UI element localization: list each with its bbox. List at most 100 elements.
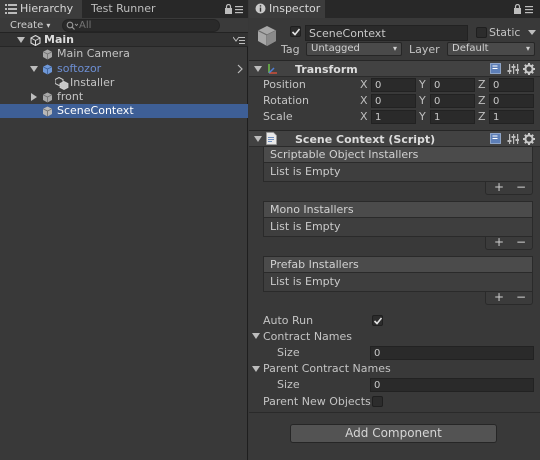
scene-row[interactable]: Main — [0, 33, 248, 47]
scale-y-field[interactable]: 1 — [430, 110, 475, 124]
mono-installers-list: List is Empty — [263, 218, 533, 237]
add-component-button[interactable]: Add Component — [290, 424, 497, 443]
scale-y-value: 1 — [434, 112, 441, 123]
scale-label: Scale — [263, 110, 293, 123]
panel-menu-icon[interactable] — [525, 4, 535, 14]
transform-header[interactable]: Transform — [249, 60, 540, 77]
gear-icon[interactable] — [523, 63, 535, 75]
hierarchy-search-input[interactable] — [79, 19, 209, 32]
list-header-label: Prefab Installers — [270, 258, 359, 271]
cube-stack-icon — [55, 77, 69, 90]
hierarchy-item-scenecontext[interactable]: SceneContext — [0, 104, 248, 118]
static-checkbox[interactable] — [476, 27, 487, 38]
cube-icon — [42, 106, 53, 117]
preset-sliders-icon[interactable] — [507, 63, 519, 75]
chevron-right-icon[interactable] — [237, 64, 243, 74]
auto-run-label: Auto Run — [263, 314, 314, 327]
hierarchy-item-front[interactable]: front — [0, 90, 248, 104]
position-z-value: 0 — [493, 80, 500, 91]
expand-arrow-icon[interactable] — [17, 37, 25, 44]
gear-icon[interactable] — [523, 133, 535, 145]
z-axis-label: Z — [478, 110, 486, 123]
create-label: Create — [10, 20, 44, 31]
list-empty-label: List is Empty — [270, 220, 341, 233]
static-label: Static — [489, 26, 521, 39]
position-z-field[interactable]: 0 — [489, 78, 534, 92]
position-x-field[interactable]: 0 — [371, 78, 416, 92]
expand-arrow-icon[interactable] — [31, 93, 38, 101]
remove-item-button[interactable]: − — [516, 290, 526, 304]
z-axis-label: Z — [478, 94, 486, 107]
help-book-icon[interactable] — [490, 63, 501, 74]
lock-icon[interactable] — [224, 4, 233, 14]
gameobject-cube-icon — [256, 25, 278, 47]
list-add-remove: + − — [485, 235, 533, 250]
prefab-cube-icon — [42, 64, 53, 75]
x-axis-label: X — [360, 110, 368, 123]
remove-item-button[interactable]: − — [516, 180, 526, 194]
y-axis-label: Y — [419, 78, 426, 91]
object-name-value: SceneContext — [309, 27, 386, 40]
contract-names-size-field[interactable]: 0 — [370, 346, 534, 360]
list-empty-label: List is Empty — [270, 275, 341, 288]
add-item-button[interactable]: + — [494, 235, 504, 249]
collapse-arrow-icon[interactable] — [252, 333, 260, 340]
hierarchy-item-label: Installer — [70, 76, 115, 89]
tab-test-runner[interactable]: Test Runner — [82, 0, 172, 18]
hierarchy-tab-bar: Hierarchy Test Runner — [0, 0, 248, 18]
layer-dropdown[interactable]: Default ▾ — [447, 42, 535, 56]
tab-inspector[interactable]: Inspector — [249, 0, 325, 18]
tag-dropdown[interactable]: Untagged ▾ — [306, 42, 402, 56]
preset-sliders-icon[interactable] — [507, 133, 519, 145]
hierarchy-item-softozor[interactable]: softozor — [0, 62, 248, 76]
position-y-field[interactable]: 0 — [430, 78, 475, 92]
scale-z-field[interactable]: 1 — [489, 110, 534, 124]
mono-installers-header[interactable]: Mono Installers — [263, 201, 533, 218]
rotation-x-field[interactable]: 0 — [371, 94, 416, 108]
scene-name: Main — [44, 33, 74, 46]
list-empty-label: List is Empty — [270, 165, 341, 178]
collapse-arrow-icon[interactable] — [252, 366, 260, 373]
tab-test-runner-label: Test Runner — [91, 2, 156, 15]
remove-item-button[interactable]: − — [516, 235, 526, 249]
x-axis-label: X — [360, 78, 368, 91]
collapse-arrow-icon[interactable] — [30, 66, 38, 73]
position-label: Position — [263, 78, 306, 91]
create-button[interactable]: Create ▾ — [10, 18, 50, 33]
hierarchy-item-main-camera[interactable]: Main Camera — [0, 47, 248, 61]
tab-hierarchy[interactable]: Hierarchy — [0, 0, 82, 18]
help-book-icon[interactable] — [490, 133, 501, 144]
scale-x-field[interactable]: 1 — [371, 110, 416, 124]
scene-menu-icon[interactable] — [233, 36, 245, 44]
collapse-arrow-icon[interactable] — [254, 66, 262, 73]
active-checkbox[interactable] — [290, 26, 301, 37]
search-icon[interactable] — [66, 21, 78, 31]
lock-icon[interactable] — [513, 4, 522, 14]
add-item-button[interactable]: + — [494, 180, 504, 194]
hierarchy-search — [62, 19, 220, 32]
scene-context-script-header[interactable]: Scene Context (Script) — [249, 130, 540, 147]
hierarchy-item-installer[interactable]: Installer — [0, 76, 248, 90]
panel-menu-icon[interactable] — [235, 4, 245, 14]
scriptable-object-installers-header[interactable]: Scriptable Object Installers — [263, 146, 533, 163]
auto-run-checkbox[interactable] — [372, 315, 383, 326]
rotation-z-field[interactable]: 0 — [489, 94, 534, 108]
parent-contract-names-size-field[interactable]: 0 — [370, 378, 534, 392]
cube-icon — [42, 49, 53, 60]
collapse-arrow-icon[interactable] — [254, 136, 262, 143]
dropdown-arrow-icon[interactable] — [528, 30, 536, 36]
list-add-remove: + − — [485, 290, 533, 305]
rotation-z-value: 0 — [493, 96, 500, 107]
prefab-installers-header[interactable]: Prefab Installers — [263, 256, 533, 273]
y-axis-label: Y — [419, 110, 426, 123]
position-y-value: 0 — [434, 80, 441, 91]
parent-new-objects-checkbox[interactable] — [372, 396, 383, 407]
rotation-x-value: 0 — [375, 96, 382, 107]
hierarchy-item-label: softozor — [57, 62, 102, 75]
scale-x-value: 1 — [375, 112, 382, 123]
inspector-panel: Inspector SceneContext Static Tag Untagg… — [249, 0, 540, 460]
object-name-field[interactable]: SceneContext — [305, 25, 468, 41]
add-item-button[interactable]: + — [494, 290, 504, 304]
rotation-y-field[interactable]: 0 — [430, 94, 475, 108]
position-x-value: 0 — [375, 80, 382, 91]
